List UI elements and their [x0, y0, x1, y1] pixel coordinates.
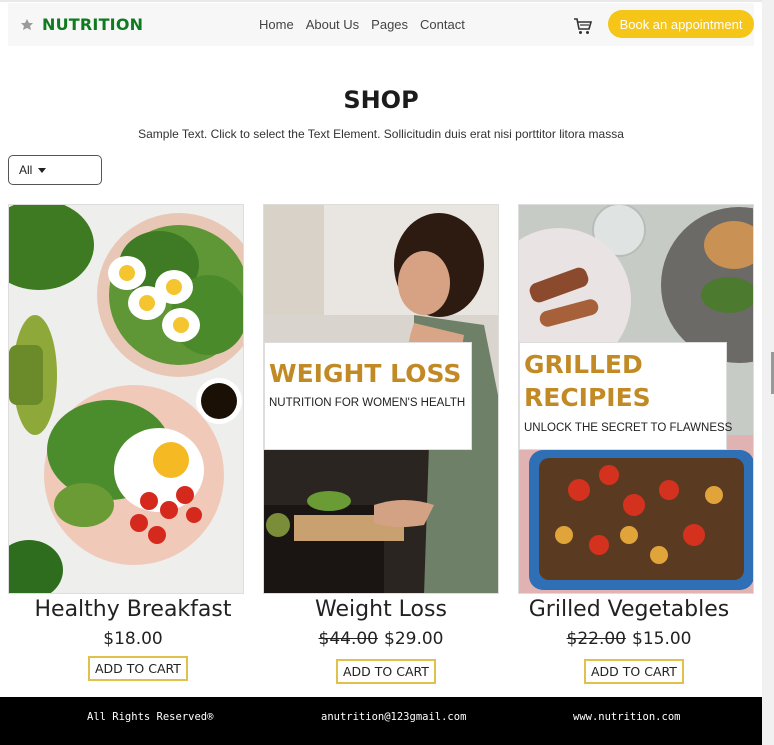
- overlay-title-line-1: GRILLED: [524, 350, 643, 379]
- brand-name: NUTRITION: [42, 15, 144, 34]
- nav-home[interactable]: Home: [259, 17, 294, 32]
- category-filter-select[interactable]: All: [8, 155, 102, 185]
- cart-icon[interactable]: [573, 16, 593, 36]
- product-image-grilled-vegetables[interactable]: GRILLED RECIPIES UNLOCK THE SECRET TO FL…: [518, 204, 754, 594]
- leaf-icon: [21, 18, 33, 30]
- nav-about-us[interactable]: About Us: [306, 17, 359, 32]
- filter-value: All: [19, 163, 33, 177]
- current-price: $15.00: [632, 629, 692, 649]
- product-price: $18.00: [15, 629, 251, 649]
- product-name[interactable]: Weight Loss: [263, 597, 499, 622]
- footer-website[interactable]: www.nutrition.com: [573, 711, 680, 723]
- book-appointment-button[interactable]: Book an appointment: [608, 10, 754, 38]
- overlay-subtitle: NUTRITION FOR WOMEN'S HEALTH: [269, 397, 466, 409]
- main-nav: Home About Us Pages Contact: [259, 17, 465, 32]
- page-subtitle: Sample Text. Click to select the Text El…: [138, 127, 624, 141]
- product-price: $44.00 $29.00: [263, 629, 499, 649]
- caret-down-icon: [38, 167, 47, 173]
- overlay-title: WEIGHT LOSS: [269, 359, 462, 388]
- current-price: $29.00: [384, 629, 444, 649]
- current-price: $18.00: [103, 629, 163, 649]
- page-title: SHOP: [343, 86, 419, 114]
- original-price: $44.00: [318, 629, 378, 649]
- add-to-cart-button[interactable]: ADD TO CART: [336, 659, 436, 684]
- add-to-cart-button[interactable]: ADD TO CART: [88, 656, 188, 681]
- product-price: $22.00 $15.00: [511, 629, 747, 649]
- site-footer: All Rights Reserved® anutrition@123gmail…: [0, 697, 762, 745]
- product-image-healthy-breakfast[interactable]: [8, 204, 244, 594]
- promo-overlay-weight-loss: WEIGHT LOSS NUTRITION FOR WOMEN'S HEALTH: [264, 342, 472, 450]
- original-price: $22.00: [566, 629, 626, 649]
- product-image-weight-loss[interactable]: WEIGHT LOSS NUTRITION FOR WOMEN'S HEALTH: [263, 204, 499, 594]
- brand[interactable]: NUTRITION: [20, 15, 143, 34]
- product-name[interactable]: Grilled Vegetables: [511, 597, 747, 622]
- nav-contact[interactable]: Contact: [420, 17, 465, 32]
- add-to-cart-button[interactable]: ADD TO CART: [584, 659, 684, 684]
- footer-email[interactable]: anutrition@123gmail.com: [321, 711, 466, 723]
- overlay-title-line-2: RECIPIES: [524, 383, 651, 412]
- site-header: NUTRITION Home About Us Pages Contact Bo…: [8, 3, 754, 46]
- scrollbar[interactable]: [762, 0, 774, 745]
- product-name[interactable]: Healthy Breakfast: [15, 597, 251, 622]
- promo-overlay-grilled: GRILLED RECIPIES UNLOCK THE SECRET TO FL…: [519, 342, 733, 450]
- breakfast-illustration: [9, 205, 243, 593]
- nav-pages[interactable]: Pages: [371, 17, 408, 32]
- top-border: [0, 0, 774, 2]
- overlay-subtitle: UNLOCK THE SECRET TO FLAWNESS: [524, 422, 733, 434]
- footer-rights: All Rights Reserved®: [87, 711, 214, 723]
